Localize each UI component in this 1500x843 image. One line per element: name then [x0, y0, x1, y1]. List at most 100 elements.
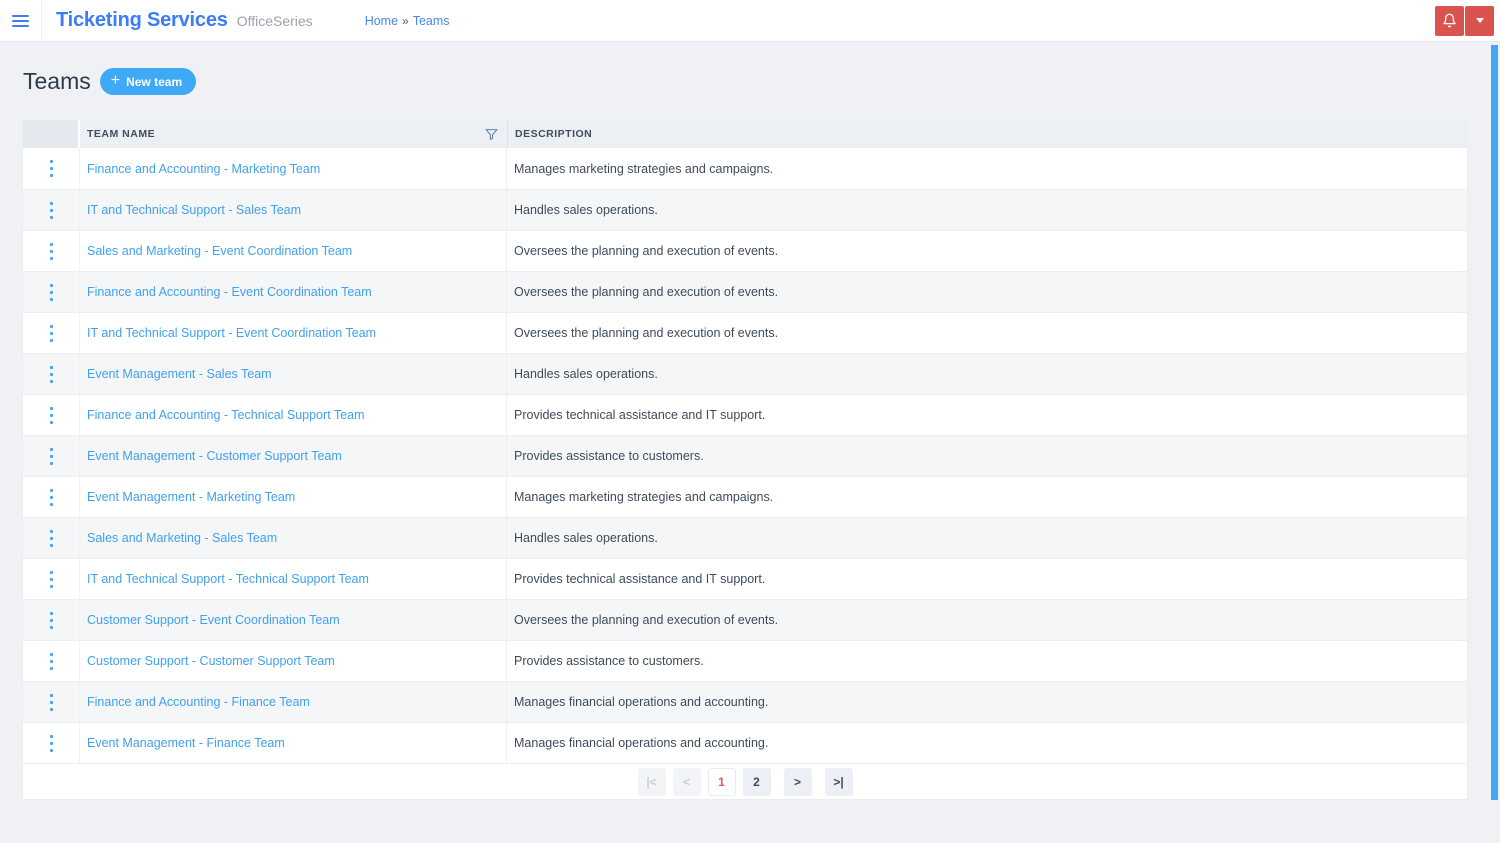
- team-description: Handles sales operations.: [514, 203, 658, 217]
- row-actions-kebab-button[interactable]: [44, 362, 59, 387]
- row-actions-cell: [23, 272, 80, 312]
- team-name-link[interactable]: IT and Technical Support - Technical Sup…: [87, 572, 369, 586]
- kebab-vertical-dots-icon: [49, 160, 53, 163]
- row-actions-cell: [23, 518, 80, 558]
- row-actions-kebab-button[interactable]: [44, 403, 59, 428]
- team-name-link[interactable]: Finance and Accounting - Event Coordinat…: [87, 285, 372, 299]
- kebab-vertical-dots-icon: [49, 611, 53, 615]
- top-header: Ticketing Services OfficeSeries Home » T…: [0, 0, 1500, 42]
- team-name-link[interactable]: Event Management - Finance Team: [87, 736, 285, 750]
- scrollbar-thumb[interactable]: [1491, 45, 1498, 800]
- team-description-cell: Manages financial operations and account…: [507, 723, 1467, 763]
- row-actions-kebab-button[interactable]: [44, 444, 59, 469]
- team-description: Manages marketing strategies and campaig…: [514, 490, 774, 504]
- team-name-link[interactable]: Sales and Marketing - Event Coordination…: [87, 244, 352, 258]
- team-description-cell: Provides technical assistance and IT sup…: [507, 395, 1467, 435]
- team-description: Oversees the planning and execution of e…: [514, 285, 779, 299]
- table-row: Event Management - Finance Team Manages …: [23, 722, 1467, 763]
- team-description: Manages financial operations and account…: [514, 736, 769, 750]
- pagination-prev-button[interactable]: <: [672, 767, 701, 796]
- row-actions-kebab-button[interactable]: [44, 280, 59, 305]
- pagination-page-1-button[interactable]: 1: [707, 767, 736, 796]
- row-actions-kebab-button[interactable]: [44, 526, 59, 551]
- breadcrumb-current-link[interactable]: Teams: [413, 14, 450, 28]
- team-name-cell: Customer Support - Event Coordination Te…: [80, 600, 507, 640]
- team-name-link[interactable]: Event Management - Sales Team: [87, 367, 272, 381]
- team-name-link[interactable]: Event Management - Marketing Team: [87, 490, 295, 504]
- breadcrumb-separator: »: [402, 13, 409, 28]
- kebab-vertical-dots-icon: [49, 734, 53, 738]
- table-row: Customer Support - Customer Support Team…: [23, 640, 1467, 681]
- team-name-cell: Finance and Accounting - Marketing Team: [80, 148, 507, 189]
- row-actions-kebab-button[interactable]: [44, 608, 59, 633]
- team-name-link[interactable]: Customer Support - Customer Support Team: [87, 654, 335, 668]
- pagination-next-button[interactable]: >: [783, 767, 812, 796]
- breadcrumb-home-link[interactable]: Home: [365, 14, 398, 28]
- pagination-page-2-button[interactable]: 2: [742, 767, 771, 796]
- team-name-link[interactable]: IT and Technical Support - Event Coordin…: [87, 326, 376, 340]
- team-name-cell: IT and Technical Support - Event Coordin…: [80, 313, 507, 353]
- team-description-cell: Manages financial operations and account…: [507, 682, 1467, 722]
- row-actions-kebab-button[interactable]: [44, 690, 59, 715]
- kebab-vertical-dots-icon: [49, 242, 53, 246]
- table-row: IT and Technical Support - Technical Sup…: [23, 558, 1467, 599]
- table-header-row: TEAM NAME DESCRIPTION: [23, 120, 1467, 148]
- row-actions-cell: [23, 395, 80, 435]
- kebab-vertical-dots-icon: [49, 693, 53, 697]
- team-name-link[interactable]: Customer Support - Event Coordination Te…: [87, 613, 340, 627]
- actions-column-header: [23, 120, 80, 148]
- table-row: Event Management - Customer Support Team…: [23, 435, 1467, 476]
- notifications-button[interactable]: [1435, 5, 1464, 36]
- kebab-vertical-dots-icon: [49, 447, 53, 451]
- row-actions-kebab-button[interactable]: [44, 321, 59, 346]
- team-name-link[interactable]: Finance and Accounting - Technical Suppo…: [87, 408, 365, 422]
- kebab-vertical-dots-icon: [49, 365, 53, 369]
- new-team-button-label: New team: [126, 74, 183, 89]
- new-team-button[interactable]: + New team: [99, 68, 197, 95]
- row-actions-cell: [23, 559, 80, 599]
- row-actions-kebab-button[interactable]: [44, 156, 59, 181]
- team-name-link[interactable]: Finance and Accounting - Finance Team: [87, 695, 310, 709]
- table-row: Finance and Accounting - Finance Team Ma…: [23, 681, 1467, 722]
- pagination-first-button[interactable]: |<: [637, 767, 666, 796]
- team-description: Provides technical assistance and IT sup…: [514, 572, 766, 586]
- hamburger-menu-button[interactable]: [0, 0, 41, 42]
- kebab-vertical-dots-icon: [49, 652, 53, 656]
- team-name-cell: Finance and Accounting - Finance Team: [80, 682, 507, 722]
- team-name-cell: Event Management - Finance Team: [80, 723, 507, 763]
- header-actions: [1435, 5, 1494, 36]
- app-title: Ticketing Services: [56, 9, 228, 31]
- row-actions-kebab-button[interactable]: [44, 649, 59, 674]
- team-name-cell: Finance and Accounting - Technical Suppo…: [80, 395, 507, 435]
- team-name-link[interactable]: Finance and Accounting - Marketing Team: [87, 162, 320, 176]
- team-name-link[interactable]: Event Management - Customer Support Team: [87, 449, 342, 463]
- team-description: Provides assistance to customers.: [514, 449, 704, 463]
- team-name-column-label: TEAM NAME: [87, 128, 156, 140]
- row-actions-cell: [23, 354, 80, 394]
- row-actions-kebab-button[interactable]: [44, 239, 59, 264]
- team-description-cell: Oversees the planning and execution of e…: [507, 272, 1467, 312]
- team-description-cell: Provides assistance to customers.: [507, 641, 1467, 681]
- team-name-link[interactable]: IT and Technical Support - Sales Team: [87, 203, 301, 217]
- team-name-filter-button[interactable]: [485, 128, 498, 141]
- table-body: Finance and Accounting - Marketing Team …: [23, 148, 1467, 763]
- kebab-vertical-dots-icon: [49, 570, 53, 574]
- team-description-cell: Handles sales operations.: [507, 190, 1467, 230]
- team-name-link[interactable]: Sales and Marketing - Sales Team: [87, 531, 277, 545]
- plus-icon: +: [110, 72, 121, 89]
- team-description-cell: Manages marketing strategies and campaig…: [507, 477, 1467, 517]
- team-name-cell: Event Management - Marketing Team: [80, 477, 507, 517]
- row-actions-kebab-button[interactable]: [44, 198, 59, 223]
- team-description-cell: Oversees the planning and execution of e…: [507, 600, 1467, 640]
- team-description: Manages marketing strategies and campaig…: [514, 161, 774, 176]
- team-description-cell: Provides technical assistance and IT sup…: [507, 559, 1467, 599]
- pagination-last-button[interactable]: >|: [824, 767, 853, 796]
- account-dropdown-button[interactable]: [1465, 5, 1494, 36]
- row-actions-kebab-button[interactable]: [44, 731, 59, 756]
- page-head: Teams + New team: [0, 42, 1500, 120]
- team-name-cell: Event Management - Customer Support Team: [80, 436, 507, 476]
- row-actions-kebab-button[interactable]: [44, 485, 59, 510]
- table-row: IT and Technical Support - Event Coordin…: [23, 312, 1467, 353]
- teams-table: TEAM NAME DESCRIPTION Finance and Accoun…: [22, 120, 1468, 800]
- row-actions-kebab-button[interactable]: [44, 567, 59, 592]
